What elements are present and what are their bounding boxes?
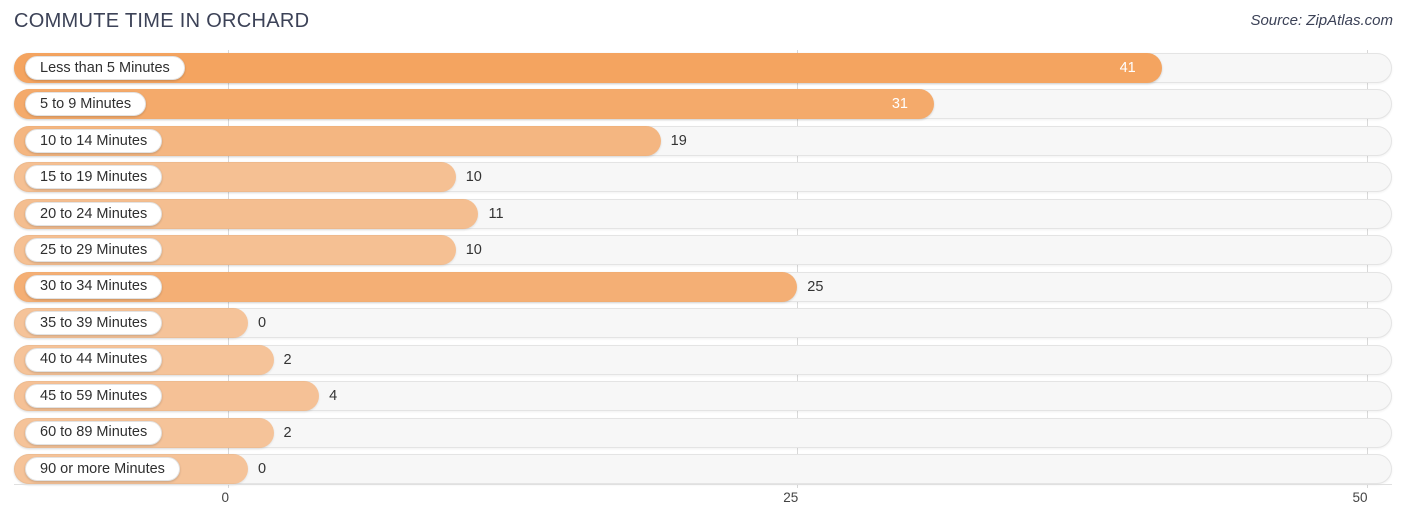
category-label-pill: 10 to 14 Minutes [25, 128, 163, 153]
chart-row[interactable]: 20 to 24 Minutes 11 [14, 198, 1392, 229]
chart-row[interactable]: 35 to 39 Minutes 0 [14, 308, 1392, 339]
category-label: 20 to 24 Minutes [40, 205, 148, 222]
category-label: 90 or more Minutes [40, 460, 165, 477]
bar-value-label: 2 [283, 351, 292, 368]
bar-value-label: 11 [488, 205, 504, 222]
category-label-pill: Less than 5 Minutes [25, 56, 185, 80]
category-label: 35 to 39 Minutes [40, 314, 148, 331]
category-label-pill: 15 to 19 Minutes [25, 165, 163, 190]
bar-value-label: 31 [891, 96, 908, 113]
chart-row[interactable]: Less than 5 Minutes 41 [14, 53, 1392, 83]
chart-container: COMMUTE TIME IN ORCHARD Source: ZipAtlas… [0, 0, 1406, 523]
bar-value-label: 10 [465, 169, 482, 186]
category-label-pill: 60 to 89 Minutes [25, 420, 163, 445]
page-title: COMMUTE TIME IN ORCHARD [14, 10, 310, 32]
chart-row[interactable]: 10 to 14 Minutes 19 [14, 125, 1392, 156]
category-label: Less than 5 Minutes [40, 59, 170, 76]
bar-value-label: 4 [329, 388, 338, 405]
chart-row[interactable]: 30 to 34 Minutes 25 [14, 271, 1392, 302]
category-label-pill: 25 to 29 Minutes [25, 238, 163, 263]
category-label-pill: 45 to 59 Minutes [25, 384, 163, 409]
bar-value-label: 19 [670, 132, 687, 149]
category-label-pill: 40 to 44 Minutes [25, 347, 163, 372]
chart-row[interactable]: 40 to 44 Minutes 2 [14, 344, 1392, 375]
bar-value-label: 0 [258, 315, 267, 332]
bar-value-label: 25 [807, 278, 824, 295]
category-label: 15 to 19 Minutes [40, 169, 148, 186]
category-label-pill: 90 or more Minutes [25, 456, 180, 481]
chart-row[interactable]: 45 to 59 Minutes 4 [14, 381, 1392, 412]
category-label-pill: 30 to 34 Minutes [25, 274, 163, 299]
axis-tick: 0 [221, 490, 229, 505]
category-label: 25 to 29 Minutes [40, 242, 148, 258]
category-label: 30 to 34 Minutes [40, 278, 148, 295]
chart-row[interactable]: 5 to 9 Minutes 31 [14, 89, 1392, 120]
axis-tick: 50 [1352, 490, 1368, 505]
category-label: 40 to 44 Minutes [40, 351, 148, 368]
category-label: 60 to 89 Minutes [40, 424, 148, 441]
chart-row[interactable]: 25 to 29 Minutes 10 [14, 235, 1392, 266]
chart-row[interactable]: 15 to 19 Minutes 10 [14, 162, 1392, 193]
axis-tick: 25 [783, 490, 799, 505]
category-label: 45 to 59 Minutes [40, 387, 148, 404]
bar-value-label: 0 [258, 460, 267, 477]
axis-line [14, 484, 1392, 485]
category-label: 10 to 14 Minutes [40, 132, 148, 149]
category-label-pill: 20 to 24 Minutes [25, 201, 163, 226]
category-label-pill: 5 to 9 Minutes [25, 92, 147, 117]
bar-value-label: 2 [283, 424, 292, 441]
chart-row[interactable]: 90 or more Minutes 0 [14, 453, 1392, 484]
chart-row[interactable]: 60 to 89 Minutes 2 [14, 417, 1392, 448]
x-axis: 0 25 50 [0, 484, 1406, 523]
bar-value-label: 10 [465, 242, 482, 259]
category-label-pill: 35 to 39 Minutes [25, 311, 163, 336]
plot-area: Less than 5 Minutes 41 5 to 9 Minutes 31 10 … [0, 50, 1406, 488]
bar[interactable] [14, 89, 934, 120]
chart-header: COMMUTE TIME IN ORCHARD Source: ZipAtlas… [0, 0, 1406, 46]
bar[interactable] [14, 53, 1162, 83]
bar-value-label: 41 [1119, 60, 1136, 76]
category-label: 5 to 9 Minutes [40, 96, 132, 113]
source-attribution: Source: ZipAtlas.com [1250, 12, 1393, 29]
